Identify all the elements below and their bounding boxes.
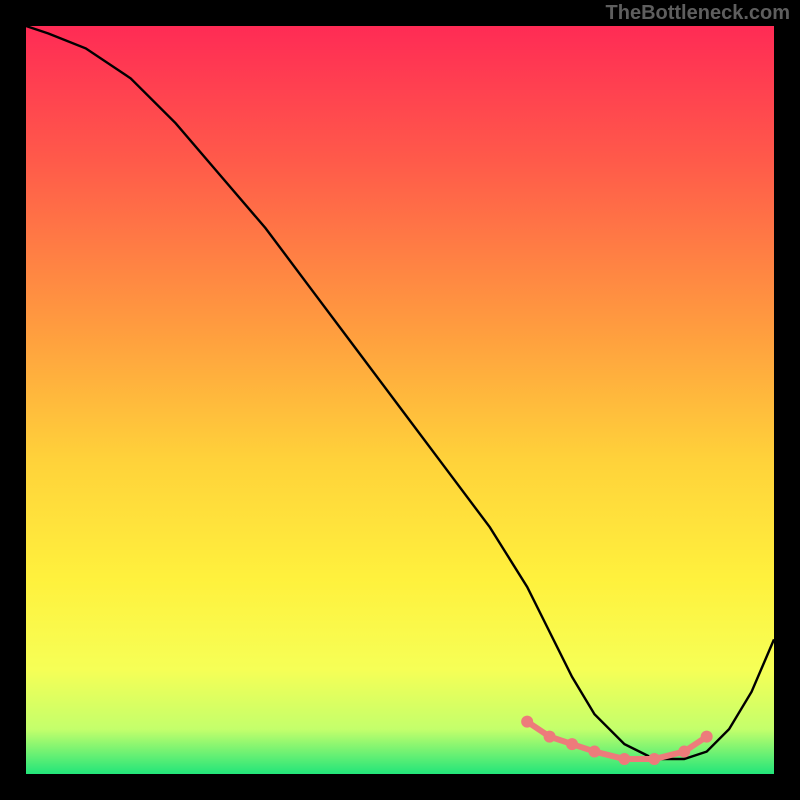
watermark-text: TheBottleneck.com: [606, 2, 790, 25]
plot-svg: [26, 26, 774, 774]
gradient-background: [26, 26, 774, 774]
optimal-range-dot: [701, 731, 713, 743]
chart-frame: TheBottleneck.com: [0, 0, 800, 800]
plot-area: [26, 26, 774, 774]
